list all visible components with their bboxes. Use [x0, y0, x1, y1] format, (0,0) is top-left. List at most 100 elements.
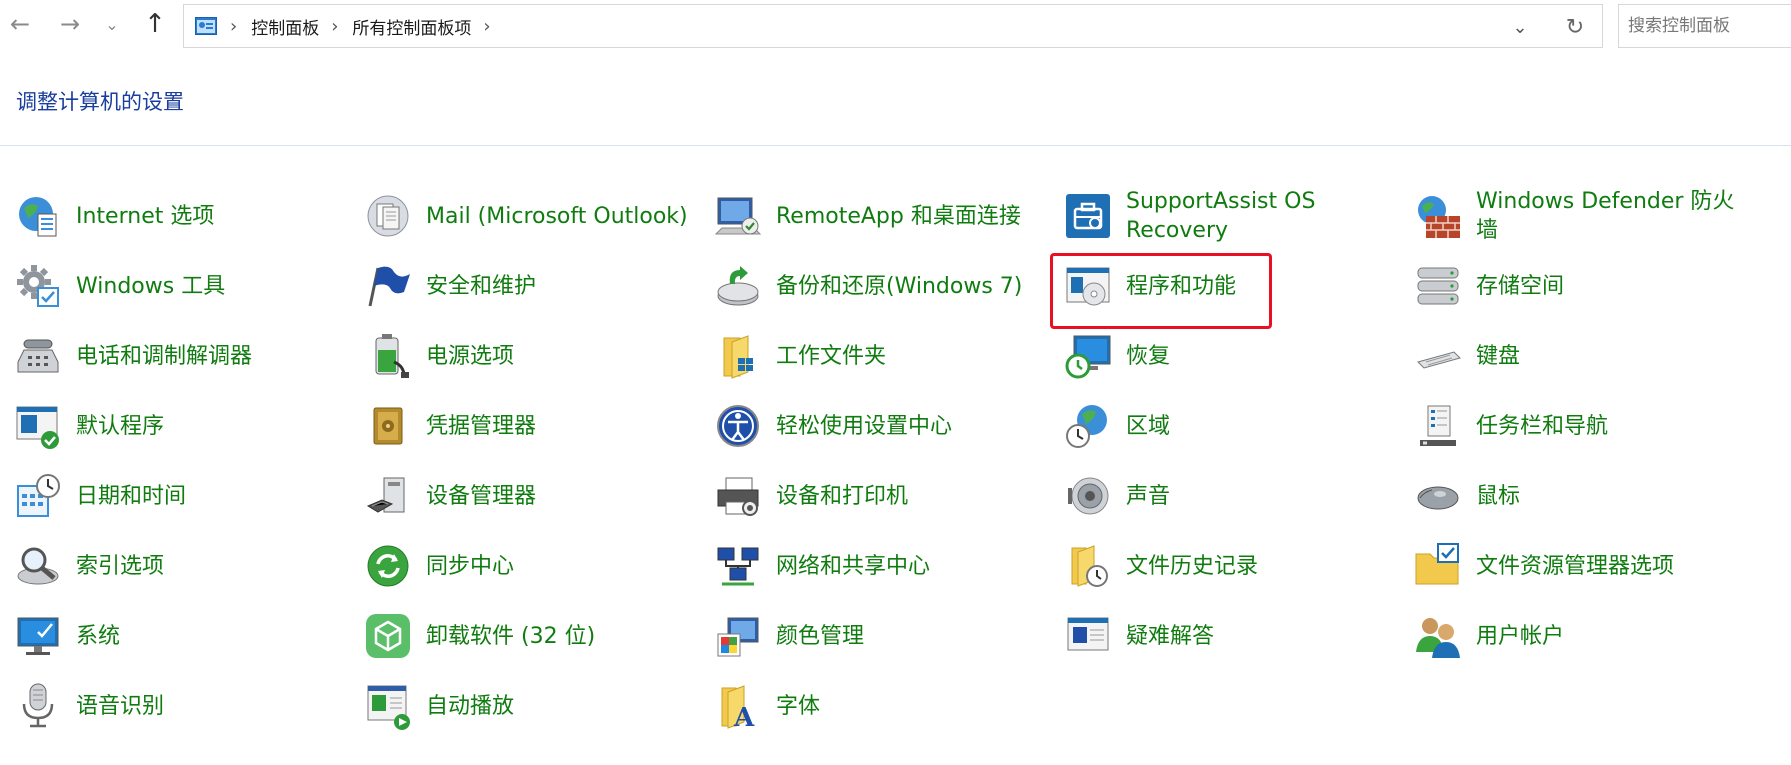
item-label: 文件历史记录 [1126, 553, 1259, 579]
taskbar-icon [1420, 405, 1456, 446]
item-troubleshooting[interactable]: 疑难解答 [1050, 605, 1214, 667]
microphone-icon [22, 683, 54, 728]
device-manager-icon [366, 477, 405, 513]
item-label: 自动播放 [426, 693, 515, 719]
tools-gear-icon [17, 265, 59, 307]
recovery-icon [1065, 335, 1111, 379]
item-recovery[interactable]: 恢复 [1050, 325, 1170, 387]
uninstall-icon [366, 614, 410, 658]
region-icon [1066, 405, 1107, 448]
toolbox-icon [1066, 194, 1110, 238]
item-security-maintenance[interactable]: 安全和维护 [350, 255, 536, 317]
item-file-history[interactable]: 文件历史记录 [1050, 535, 1258, 597]
programs-icon [1066, 267, 1110, 306]
item-label: Windows Defender 防火墙 [1476, 189, 1735, 243]
item-label: 电源选项 [426, 343, 515, 369]
item-label: 颜色管理 [776, 623, 865, 649]
item-remoteapp[interactable]: RemoteApp 和桌面连接 [700, 185, 1021, 247]
system-icon [17, 617, 59, 655]
item-fonts[interactable]: A 字体 [700, 675, 820, 737]
item-autoplay[interactable]: 自动播放 [350, 675, 514, 737]
item-label: 恢复 [1126, 343, 1171, 369]
item-label: 默认程序 [76, 413, 165, 439]
item-label: 键盘 [1476, 343, 1521, 369]
file-history-icon [1071, 545, 1108, 587]
troubleshoot-icon [1067, 617, 1109, 651]
mouse-icon [1417, 486, 1459, 510]
item-taskbar-navigation[interactable]: 任务栏和导航 [1400, 395, 1608, 457]
item-internet-options[interactable]: Internet 选项 [0, 185, 214, 247]
item-speech-recognition[interactable]: 语音识别 [0, 675, 164, 737]
network-icon [717, 547, 759, 586]
control-panel-items: Internet 选项 Mail (Microsoft Outlook) Rem… [0, 0, 1791, 765]
item-power-options[interactable]: 电源选项 [350, 325, 514, 387]
item-network-sharing[interactable]: 网络和共享中心 [700, 535, 930, 597]
calendar-clock-icon [17, 474, 60, 517]
item-devices-printers[interactable]: 设备和打印机 [700, 465, 908, 527]
item-label: 卸载软件 (32 位) [426, 623, 596, 649]
keyboard-icon [1417, 351, 1461, 369]
item-region[interactable]: 区域 [1050, 395, 1170, 457]
item-label: 网络和共享中心 [776, 553, 931, 579]
item-sync-center[interactable]: 同步中心 [350, 535, 514, 597]
item-work-folders[interactable]: 工作文件夹 [700, 325, 886, 387]
item-label: Mail (Microsoft Outlook) [426, 203, 688, 229]
item-programs-features[interactable]: 程序和功能 [1050, 255, 1236, 317]
item-windows-defender-firewall[interactable]: Windows Defender 防火墙 [1400, 185, 1746, 247]
item-label: 轻松使用设置中心 [776, 413, 953, 439]
svg-text:A: A [733, 703, 755, 730]
item-label: 凭据管理器 [426, 413, 537, 439]
flag-icon [368, 266, 410, 307]
item-label: 电话和调制解调器 [76, 343, 253, 369]
item-date-time[interactable]: 日期和时间 [0, 465, 186, 527]
phone-icon [17, 339, 59, 373]
item-storage-spaces[interactable]: 存储空间 [1400, 255, 1564, 317]
users-icon [1416, 618, 1460, 658]
speaker-icon [1068, 477, 1109, 515]
item-mouse[interactable]: 鼠标 [1400, 465, 1520, 527]
item-keyboard[interactable]: 键盘 [1400, 325, 1520, 387]
item-label: 存储空间 [1476, 273, 1565, 299]
item-label: 程序和功能 [1126, 273, 1237, 299]
sync-icon [367, 545, 409, 587]
remote-desktop-icon [714, 197, 762, 235]
item-supportassist[interactable]: SupportAssist OS Recovery [1050, 185, 1396, 247]
item-label: 工作文件夹 [776, 343, 887, 369]
printer-icon [717, 477, 759, 516]
globe-icon [19, 197, 57, 237]
default-programs-icon [16, 406, 59, 449]
item-device-manager[interactable]: 设备管理器 [350, 465, 536, 527]
item-color-management[interactable]: 颜色管理 [700, 605, 864, 667]
mail-icon [367, 195, 409, 237]
index-icon [17, 547, 59, 585]
item-phone-modem[interactable]: 电话和调制解调器 [0, 325, 252, 387]
font-icon: A [721, 685, 755, 730]
item-label: Windows 工具 [76, 273, 226, 299]
item-uninstall-software[interactable]: 卸载软件 (32 位) [350, 605, 595, 667]
item-label: 字体 [776, 693, 821, 719]
item-label: 同步中心 [426, 553, 515, 579]
item-indexing-options[interactable]: 索引选项 [0, 535, 164, 597]
backup-icon [717, 266, 759, 306]
item-label: 语音识别 [76, 693, 165, 719]
work-folder-icon [723, 335, 753, 379]
item-sound[interactable]: 声音 [1050, 465, 1170, 527]
item-ease-of-access[interactable]: 轻松使用设置中心 [700, 395, 952, 457]
folder-options-icon [1415, 543, 1459, 585]
item-windows-tools[interactable]: Windows 工具 [0, 255, 225, 317]
item-label: Internet 选项 [76, 203, 215, 229]
item-credential-manager[interactable]: 凭据管理器 [350, 395, 536, 457]
item-backup-restore[interactable]: 备份和还原(Windows 7) [700, 255, 1022, 317]
item-mail[interactable]: Mail (Microsoft Outlook) [350, 185, 688, 247]
item-file-explorer-options[interactable]: 文件资源管理器选项 [1400, 535, 1674, 597]
battery-icon [375, 334, 409, 378]
ease-of-access-icon [717, 405, 759, 447]
item-label: 索引选项 [76, 553, 165, 579]
item-label: 用户帐户 [1476, 623, 1565, 649]
item-system[interactable]: 系统 [0, 605, 120, 667]
item-user-accounts[interactable]: 用户帐户 [1400, 605, 1564, 667]
item-label: 设备和打印机 [776, 483, 909, 509]
item-default-programs[interactable]: 默认程序 [0, 395, 164, 457]
item-label: 文件资源管理器选项 [1476, 553, 1675, 579]
item-label: 任务栏和导航 [1476, 413, 1609, 439]
